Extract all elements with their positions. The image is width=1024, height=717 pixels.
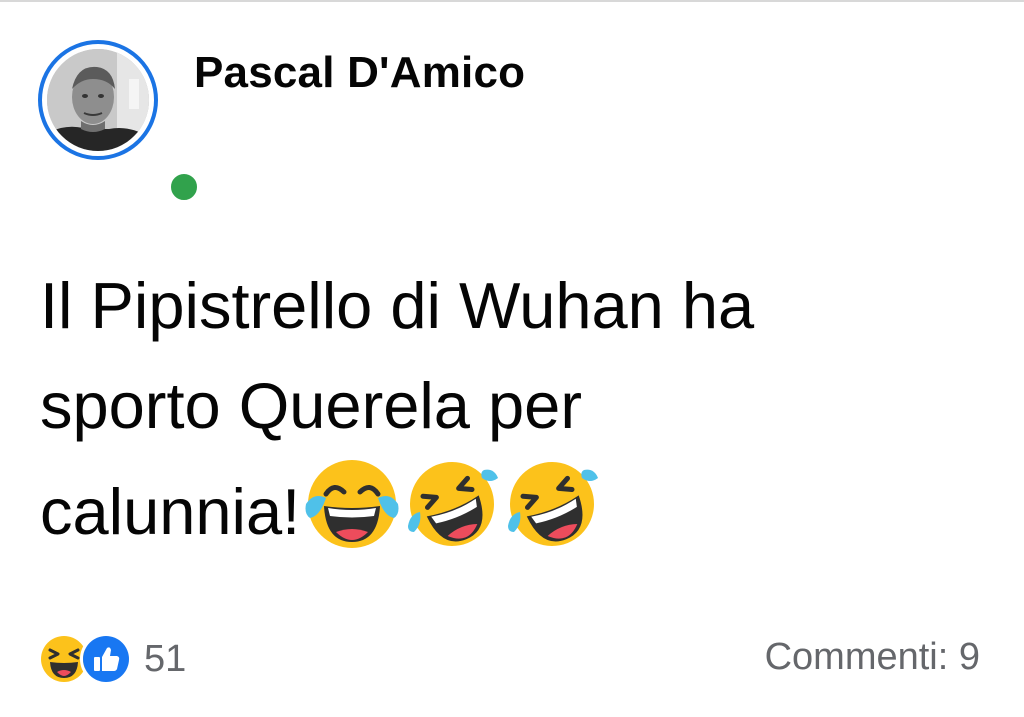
reactions-summary[interactable]: 51 — [38, 632, 186, 686]
author-name[interactable]: Pascal D'Amico — [194, 48, 525, 98]
post-text-line-last: calunnia! — [40, 456, 1000, 580]
rolling-on-floor-laughing-icon — [504, 456, 600, 580]
face-with-tears-of-joy-icon — [304, 456, 400, 580]
author-avatar[interactable] — [38, 40, 202, 205]
top-divider — [0, 0, 1024, 2]
rolling-on-floor-laughing-icon — [404, 456, 500, 580]
comments-count-link[interactable]: Commenti: 9 — [765, 636, 980, 679]
post-text-line: sporto Querela per — [40, 369, 582, 442]
post-text-line: calunnia! — [40, 475, 301, 548]
post-text: Il Pipistrello di Wuhan ha sporto Querel… — [40, 256, 1000, 580]
avatar-photo — [47, 49, 149, 151]
like-reaction-icon — [80, 633, 132, 685]
reaction-count: 51 — [144, 637, 187, 680]
online-status-dot — [166, 169, 202, 205]
post-text-line: Il Pipistrello di Wuhan ha — [40, 269, 755, 342]
